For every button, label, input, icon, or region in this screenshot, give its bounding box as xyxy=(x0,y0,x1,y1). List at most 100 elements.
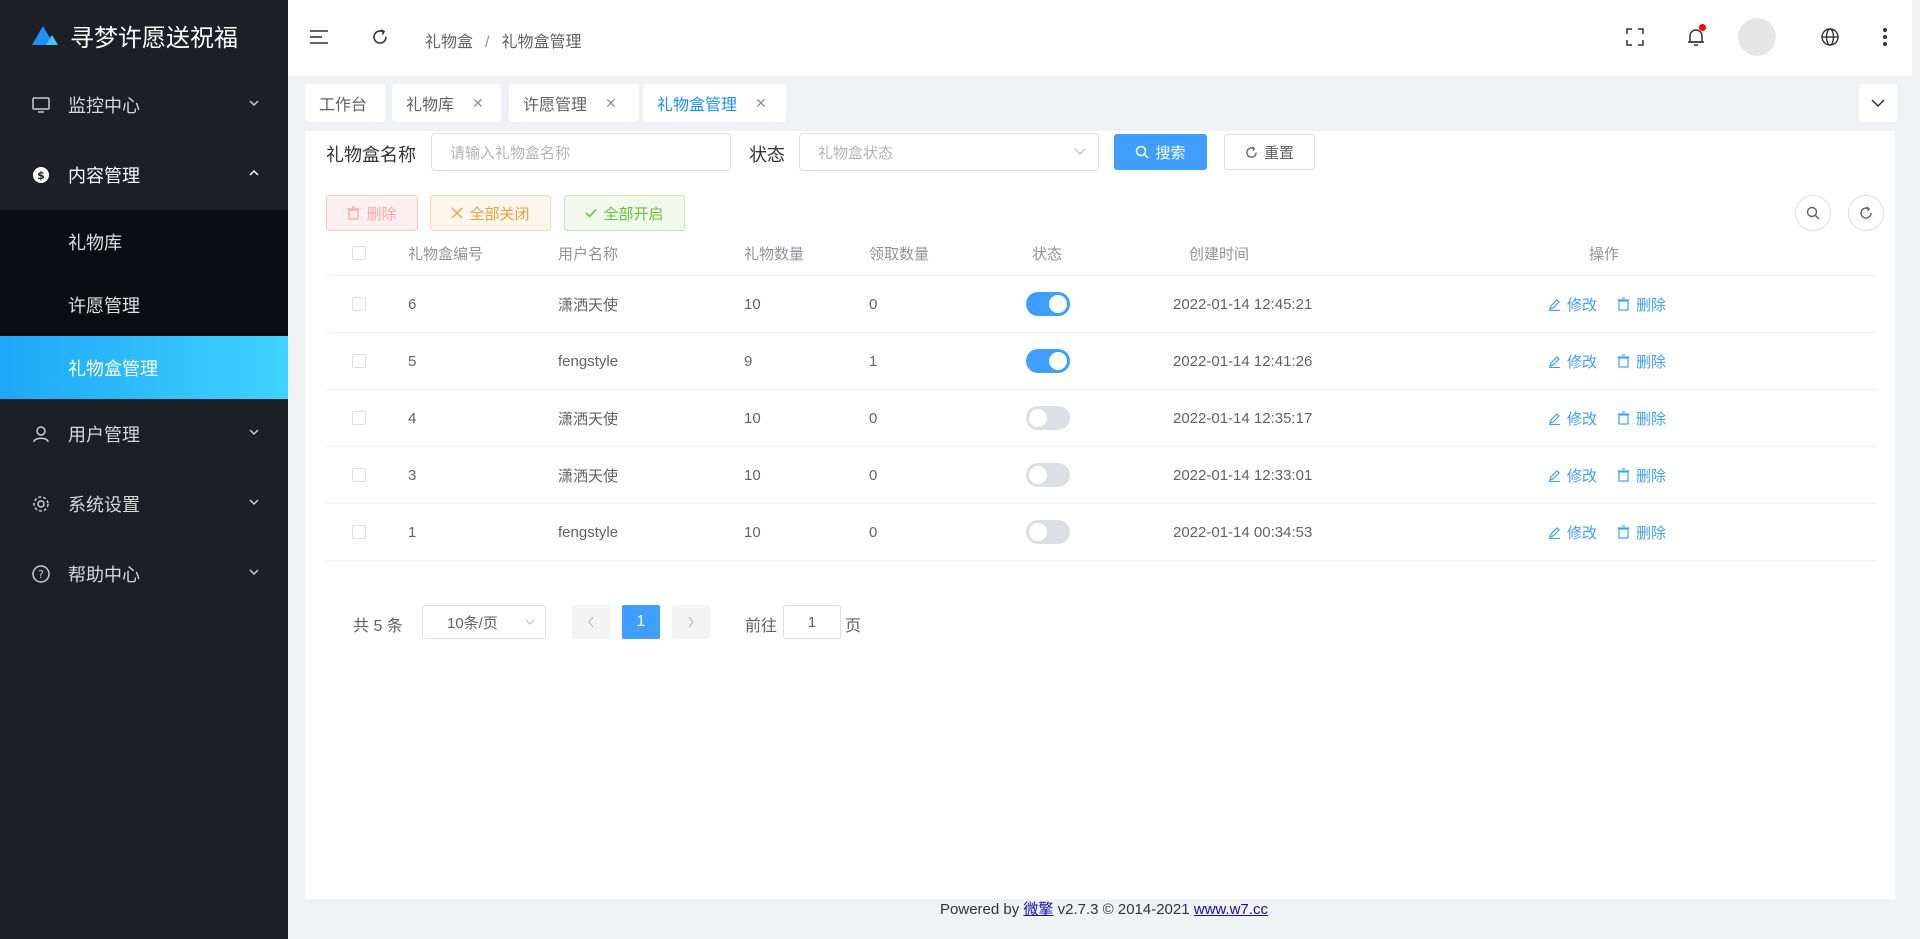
status-switch[interactable] xyxy=(1026,520,1070,544)
chevron-right-icon xyxy=(688,616,694,628)
page-number-button[interactable]: 1 xyxy=(622,605,660,639)
breadcrumb-item[interactable]: 礼物盒 xyxy=(425,34,473,51)
batch-delete-button[interactable]: 删除 xyxy=(326,195,418,231)
menu-fold-icon[interactable] xyxy=(308,26,330,48)
footer-text: Powered by xyxy=(940,901,1024,918)
breadcrumb-current: 礼物盒管理 xyxy=(501,34,582,51)
column-header: 状态 xyxy=(1032,245,1063,263)
cell-status xyxy=(1026,447,1070,503)
giftbox-table: 礼物盒编号 用户名称 礼物数量 领取数量 状态 创建时间 操作 6 潇洒天使 10 0… xyxy=(326,231,1876,561)
tab-gift-library[interactable]: 礼物库 ✕ xyxy=(392,84,501,122)
next-page-button[interactable] xyxy=(672,605,710,639)
delete-label: 删除 xyxy=(1636,410,1667,428)
gear-icon xyxy=(32,495,50,513)
fullscreen-icon[interactable] xyxy=(1624,26,1646,48)
row-checkbox-cell[interactable] xyxy=(352,447,366,503)
sidebar-subitem-wish-manage[interactable]: 许愿管理 xyxy=(0,273,288,336)
row-checkbox-cell[interactable] xyxy=(352,276,366,332)
edit-button[interactable]: 修改 xyxy=(1548,522,1597,543)
close-icon[interactable]: ✕ xyxy=(755,95,767,112)
switch-knob xyxy=(1029,409,1047,427)
cell-received-count: 1 xyxy=(869,352,878,370)
edit-button[interactable]: 修改 xyxy=(1548,294,1597,315)
cell-created-time: 2022-01-14 12:33:01 xyxy=(1173,466,1313,484)
delete-button[interactable]: 删除 xyxy=(1617,351,1666,372)
checkbox[interactable] xyxy=(352,246,366,260)
sidebar-subitem-gift-library[interactable]: 礼物库 xyxy=(0,210,288,273)
page-scrollbar[interactable] xyxy=(1912,0,1920,939)
cell-created-time: 2022-01-14 00:34:53 xyxy=(1173,523,1313,541)
row-checkbox-cell[interactable] xyxy=(352,390,366,446)
chevron-down-icon xyxy=(249,569,259,576)
tab-workbench[interactable]: 工作台 xyxy=(305,84,385,122)
checkbox[interactable] xyxy=(352,354,366,368)
sidebar-item-content[interactable]: $ 内容管理 xyxy=(0,140,288,210)
tabs-more-button[interactable] xyxy=(1859,84,1897,122)
page-size-select[interactable]: 10条/页 xyxy=(422,605,546,639)
sidebar-item-help[interactable]: ? 帮助中心 xyxy=(0,539,288,609)
refresh-table-button[interactable] xyxy=(1848,195,1884,231)
toggle-search-button[interactable] xyxy=(1795,195,1831,231)
bell-icon[interactable] xyxy=(1685,24,1707,48)
delete-button[interactable]: 删除 xyxy=(1617,408,1666,429)
goto-page-input[interactable]: 1 xyxy=(783,605,841,639)
footer-site-link[interactable]: www.w7.cc xyxy=(1194,901,1268,918)
checkbox[interactable] xyxy=(352,468,366,482)
status-switch[interactable] xyxy=(1026,349,1070,373)
search-button[interactable]: 搜索 xyxy=(1114,134,1207,170)
monitor-icon xyxy=(32,96,50,114)
prev-page-button[interactable] xyxy=(572,605,610,639)
reset-button[interactable]: 重置 xyxy=(1224,134,1315,170)
cell-giftbox-id: 4 xyxy=(408,409,417,427)
status-switch[interactable] xyxy=(1026,292,1070,316)
delete-button[interactable]: 删除 xyxy=(1617,465,1666,486)
cell-gift-count: 9 xyxy=(744,352,753,370)
trash-icon xyxy=(1617,411,1630,425)
footer: Powered by 微擎 v2.7.3 © 2014-2021 www.w7.… xyxy=(288,898,1920,919)
tab-wish-manage[interactable]: 许愿管理 ✕ xyxy=(509,84,639,122)
cell-status xyxy=(1026,333,1070,389)
close-icon[interactable]: ✕ xyxy=(605,95,617,112)
status-switch[interactable] xyxy=(1026,406,1070,430)
more-vertical-icon[interactable] xyxy=(1874,26,1896,48)
delete-label: 删除 xyxy=(1636,467,1667,485)
checkbox[interactable] xyxy=(352,525,366,539)
delete-button[interactable]: 删除 xyxy=(1617,522,1666,543)
delete-button[interactable]: 删除 xyxy=(1617,294,1666,315)
sidebar-item-label: 内容管理 xyxy=(68,166,140,186)
close-icon[interactable]: ✕ xyxy=(472,95,484,112)
edit-icon xyxy=(1549,526,1560,539)
footer-text: v2.7.3 © 2014-2021 xyxy=(1053,901,1194,918)
globe-icon[interactable] xyxy=(1819,26,1841,48)
giftbox-name-input[interactable]: 请输入礼物盒名称 xyxy=(431,133,731,171)
chevron-down-icon xyxy=(249,499,259,506)
close-icon xyxy=(451,207,463,219)
sidebar-subitem-giftbox-manage[interactable]: 礼物盒管理 xyxy=(0,336,288,399)
chevron-down-icon xyxy=(249,429,259,436)
cell-user-name: fengstyle xyxy=(558,523,619,541)
checkbox[interactable] xyxy=(352,297,366,311)
select-all-checkbox[interactable] xyxy=(352,231,366,275)
sidebar-item-monitor[interactable]: 监控中心 xyxy=(0,70,288,140)
status-select[interactable]: 礼物盒状态 xyxy=(799,133,1099,171)
row-checkbox-cell[interactable] xyxy=(352,504,366,560)
avatar[interactable] xyxy=(1738,18,1776,56)
edit-button[interactable]: 修改 xyxy=(1548,465,1597,486)
close-all-button[interactable]: 全部关闭 xyxy=(430,195,551,231)
status-switch[interactable] xyxy=(1026,463,1070,487)
name-label: 礼物盒名称 xyxy=(326,145,416,165)
select-placeholder: 礼物盒状态 xyxy=(818,144,894,162)
row-checkbox-cell[interactable] xyxy=(352,333,366,389)
refresh-icon xyxy=(1246,145,1257,158)
tab-giftbox-manage[interactable]: 礼物盒管理 ✕ xyxy=(643,84,786,122)
footer-brand-link[interactable]: 微擎 xyxy=(1023,901,1053,918)
sidebar-item-users[interactable]: 用户管理 xyxy=(0,399,288,469)
tab-label: 工作台 xyxy=(319,97,368,114)
sidebar-item-settings[interactable]: 系统设置 xyxy=(0,469,288,539)
refresh-icon[interactable] xyxy=(369,26,391,48)
checkbox[interactable] xyxy=(352,411,366,425)
check-icon xyxy=(585,208,598,218)
open-all-button[interactable]: 全部开启 xyxy=(564,195,685,231)
edit-button[interactable]: 修改 xyxy=(1548,408,1597,429)
edit-button[interactable]: 修改 xyxy=(1548,351,1597,372)
